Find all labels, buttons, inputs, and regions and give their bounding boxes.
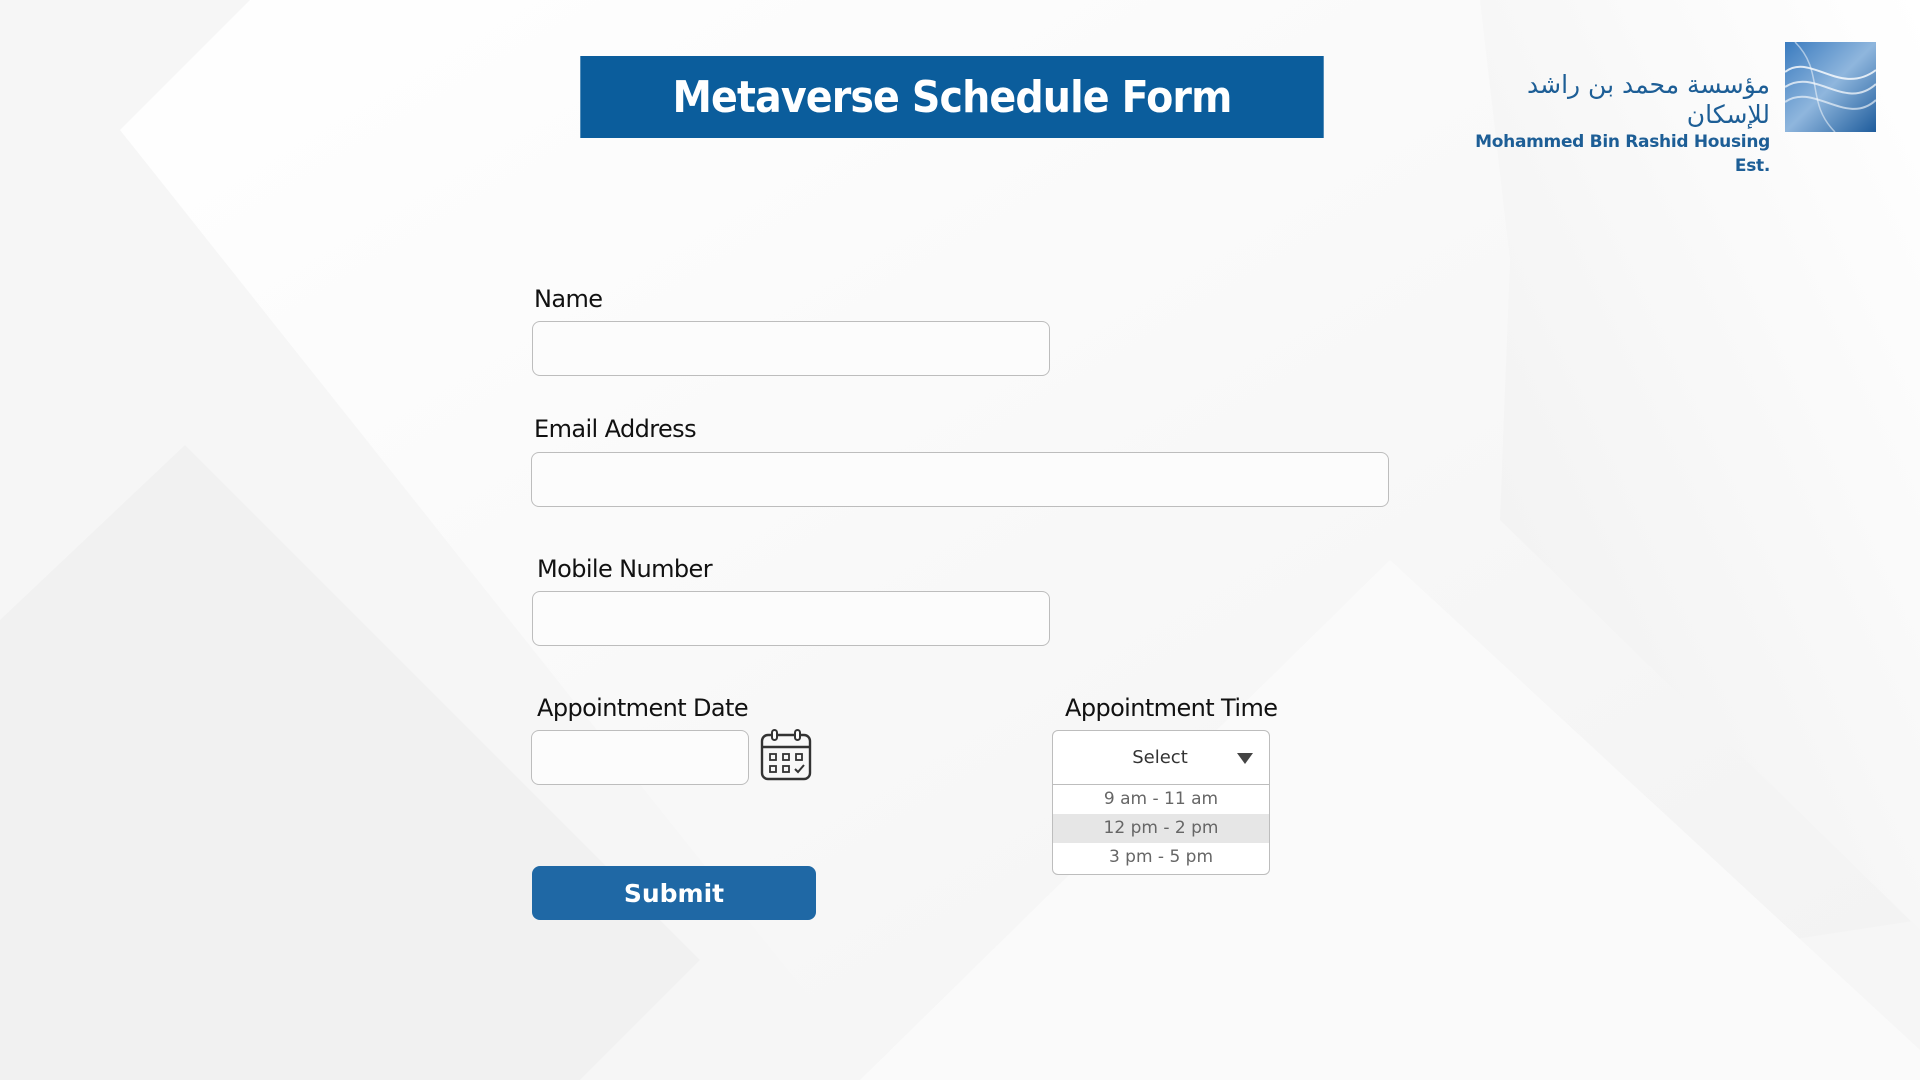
submit-button[interactable]: Submit: [532, 866, 816, 920]
organization-logo: مؤسسة محمد بن راشد للإسكان Mohammed Bin …: [1440, 42, 1876, 176]
email-input[interactable]: [532, 453, 1388, 506]
appointment-time-dropdown: Select 9 am - 11 am 12 pm - 2 pm 3 pm - …: [1052, 730, 1270, 875]
name-input[interactable]: [533, 322, 1049, 375]
caret-down-icon[interactable]: [1237, 753, 1253, 764]
appointment-time-label: Appointment Time: [1065, 694, 1278, 722]
appointment-time-selected: Select: [1132, 747, 1188, 768]
time-option-3pm-5pm[interactable]: 3 pm - 5 pm: [1053, 843, 1269, 872]
name-field-container: [532, 321, 1050, 376]
mobile-input[interactable]: [533, 592, 1049, 645]
appointment-time-select[interactable]: Select: [1053, 731, 1269, 785]
form-title: Metaverse Schedule Form: [672, 71, 1233, 123]
appointment-date-container: [531, 730, 749, 785]
mobile-label: Mobile Number: [537, 555, 713, 583]
name-label: Name: [534, 285, 603, 313]
logo-emblem-icon: [1785, 42, 1876, 132]
logo-text: مؤسسة محمد بن راشد للإسكان Mohammed Bin …: [1440, 70, 1770, 178]
logo-arabic-name: مؤسسة محمد بن راشد للإسكان: [1527, 70, 1770, 129]
form-title-banner: Metaverse Schedule Form: [580, 56, 1324, 138]
time-option-12pm-2pm[interactable]: 12 pm - 2 pm: [1053, 814, 1269, 843]
calendar-icon[interactable]: [759, 728, 813, 782]
appointment-date-label: Appointment Date: [537, 694, 749, 722]
appointment-date-input[interactable]: [532, 731, 748, 784]
logo-english-name: Mohammed Bin Rashid Housing Est.: [1475, 132, 1770, 176]
time-option-9am-11am[interactable]: 9 am - 11 am: [1053, 785, 1269, 814]
mobile-field-container: [532, 591, 1050, 646]
email-label: Email Address: [534, 415, 697, 443]
email-field-container: [531, 452, 1389, 507]
